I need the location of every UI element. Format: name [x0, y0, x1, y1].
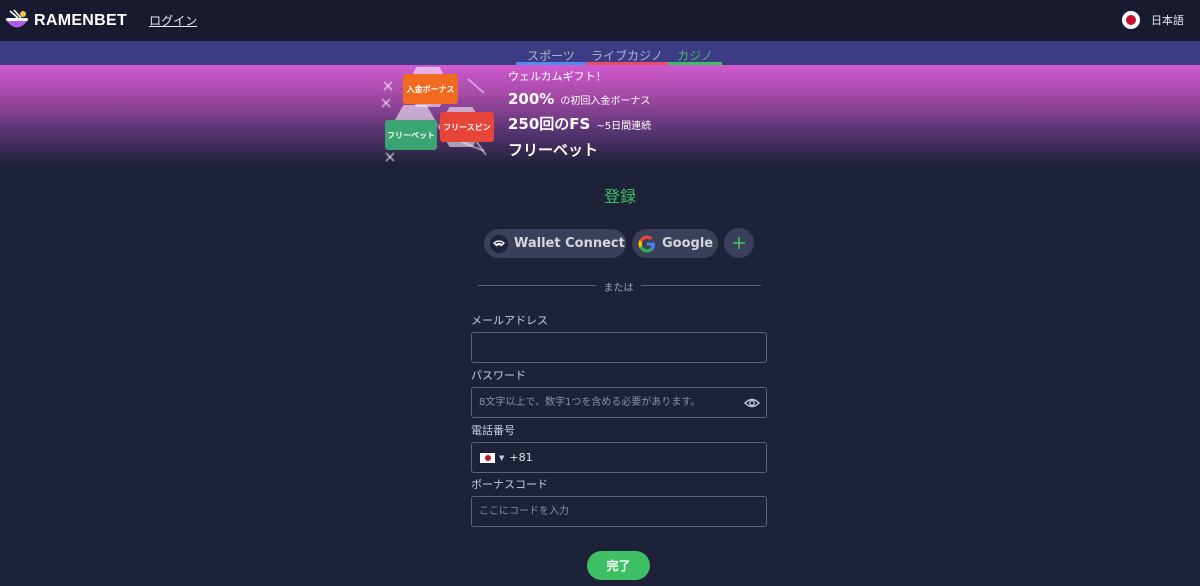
tab-sports[interactable]: スポーツ	[516, 47, 586, 65]
wallet-connect-label: Wallet Connect	[514, 236, 625, 251]
banner-line-freebet: フリーベット	[508, 141, 599, 159]
welcome-banner[interactable]: 入金ボーナス フリーベット フリースピン ウェルカムギフト！ 200% の初回入金…	[0, 65, 1200, 165]
japan-flag-icon	[1122, 11, 1140, 29]
divider-left	[478, 285, 596, 286]
japan-flag-icon[interactable]	[480, 452, 495, 463]
google-button[interactable]: Google	[632, 229, 718, 258]
banner-line-200-detail: の初回入金ボーナス	[560, 96, 651, 107]
divider-right	[641, 285, 761, 286]
phone-field[interactable]: ▼ +81	[471, 442, 767, 473]
password-field[interactable]	[472, 388, 766, 417]
language-selector[interactable]: 日本語	[1122, 11, 1184, 29]
password-label: パスワード	[471, 369, 526, 382]
wallet-connect-icon	[490, 234, 508, 253]
email-field[interactable]	[472, 333, 766, 362]
banner-line-fs: 250回のFS	[508, 115, 591, 133]
google-label: Google	[662, 236, 714, 251]
bonus-badges-illustration: 入金ボーナス フリーベット フリースピン	[380, 67, 495, 163]
submit-button[interactable]: 完了	[587, 551, 650, 580]
top-bar: RAMENBET ログイン 日本語	[0, 0, 1200, 41]
google-icon	[638, 235, 656, 253]
phone-label: 電話番号	[471, 424, 515, 437]
chevron-down-icon[interactable]: ▼	[499, 454, 504, 462]
logo[interactable]: RAMENBET	[4, 8, 128, 33]
bonus-code-field-wrapper	[471, 496, 767, 527]
tab-casino[interactable]: カジノ	[668, 47, 722, 65]
tab-sports-label: スポーツ	[527, 49, 575, 63]
badge-free-spin: フリースピン	[440, 112, 494, 142]
email-field-wrapper	[471, 332, 767, 363]
tab-live-casino-label: ライブカジノ	[591, 49, 663, 63]
product-tabs: スポーツ ライブカジノ カジノ	[0, 41, 1200, 65]
badge-deposit-bonus: 入金ボーナス	[403, 74, 458, 104]
bonus-code-field[interactable]	[472, 497, 766, 526]
ramen-bowl-logo-icon	[4, 8, 30, 33]
eye-icon[interactable]	[744, 396, 760, 410]
badge-free-bet: フリーベット	[385, 120, 437, 150]
banner-line-200: 200%	[508, 90, 555, 108]
login-link[interactable]: ログイン	[149, 12, 197, 29]
language-label: 日本語	[1151, 14, 1184, 27]
email-label: メールアドレス	[471, 314, 548, 327]
tab-casino-label: カジノ	[677, 49, 713, 63]
page-title: 登録	[603, 187, 636, 206]
password-field-wrapper	[471, 387, 767, 418]
banner-text: ウェルカムギフト！ 200% の初回入金ボーナス 250回のFS ~5日間連続 フリ…	[508, 68, 651, 160]
plus-icon	[733, 237, 745, 249]
tab-live-casino[interactable]: ライブカジノ	[586, 47, 668, 65]
more-social-button[interactable]	[724, 228, 754, 258]
wallet-connect-button[interactable]: Wallet Connect	[484, 229, 626, 258]
or-separator: または	[603, 283, 634, 294]
banner-line-welcome: ウェルカムギフト！	[508, 70, 607, 83]
logo-text: RAMENBET	[34, 11, 128, 29]
phone-dial-code: +81	[509, 451, 533, 464]
bonus-code-label: ボーナスコード	[471, 478, 548, 491]
banner-line-fs-detail: ~5日間連続	[596, 121, 652, 132]
